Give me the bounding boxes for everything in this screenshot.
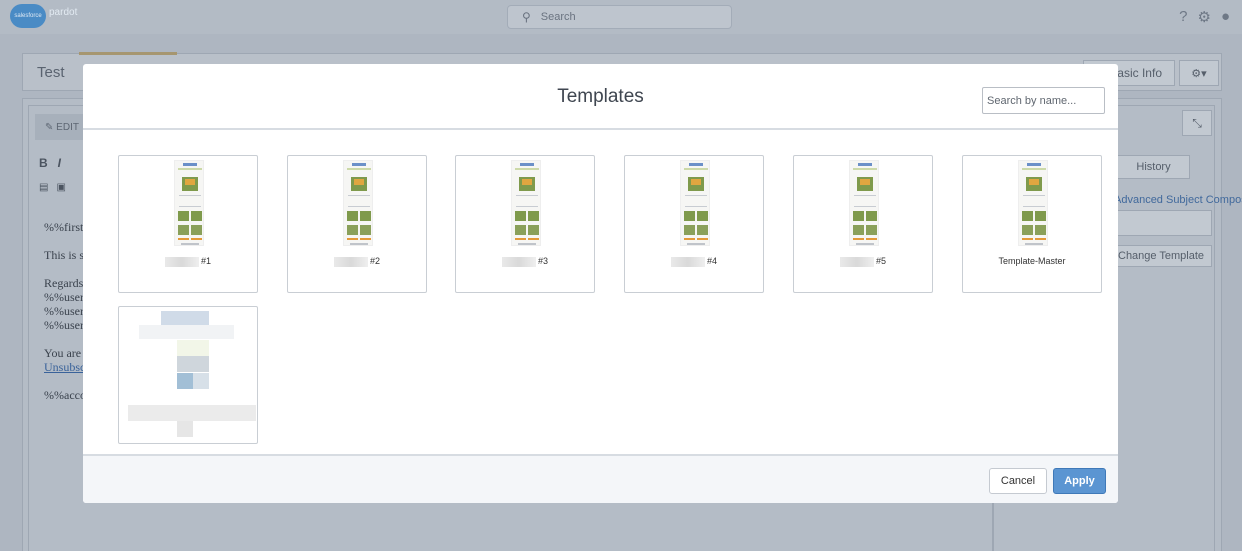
body-line: %%first (44, 220, 84, 234)
pardot-logo[interactable]: salesforce pardot (10, 4, 77, 28)
template-name: #4 (625, 256, 763, 267)
body-line: %%user (44, 304, 84, 318)
gear-icon[interactable]: ⚙ (1197, 8, 1210, 26)
template-thumbnail (849, 160, 879, 246)
template-card[interactable] (118, 306, 258, 444)
expand-icon[interactable]: ⤡ (1182, 110, 1212, 136)
top-navigation-bar: salesforce pardot ⚲ Search ? ⚙ ● (0, 0, 1242, 34)
subject-input[interactable] (1114, 210, 1212, 236)
redacted-text (670, 256, 705, 267)
blurred-thumbnail-block (177, 421, 193, 437)
format-toolbar: B I (39, 156, 61, 170)
unsubscribe-link[interactable]: Unsubsc (44, 360, 86, 374)
template-name: #2 (288, 256, 426, 267)
template-name: #1 (119, 256, 257, 267)
redacted-text (839, 256, 874, 267)
page-title: Test (37, 64, 65, 81)
header-accent-bar (79, 52, 177, 55)
template-card[interactable]: #3 (455, 155, 595, 293)
clipboard-toolbar: ▤ ▣ (39, 182, 66, 193)
template-thumbnail (1018, 160, 1048, 246)
template-thumbnail (343, 160, 373, 246)
help-icon[interactable]: ? (1179, 8, 1187, 26)
modal-header: Templates (83, 64, 1118, 130)
email-body-content[interactable]: %%first This is s Regards %%user %%user … (44, 220, 86, 402)
apply-button[interactable]: Apply (1053, 468, 1106, 494)
logo-text: pardot (49, 6, 78, 18)
change-template-button[interactable]: Change Template (1114, 245, 1212, 267)
template-thumbnail (511, 160, 541, 246)
template-name: #5 (794, 256, 932, 267)
template-thumbnail (680, 160, 710, 246)
paste-icon[interactable]: ▣ (56, 182, 65, 193)
template-card[interactable]: #2 (287, 155, 427, 293)
redacted-text (501, 256, 536, 267)
body-line: %%user (44, 318, 84, 332)
edit-tab-label: EDIT (56, 121, 79, 133)
template-card[interactable]: #4 (624, 155, 764, 293)
modal-title: Templates (557, 86, 644, 107)
template-search-input[interactable] (982, 87, 1105, 114)
body-line: %%acco (44, 388, 86, 402)
templates-modal: Templates #1 #2 #3 #4 #5 Template-Master (83, 64, 1118, 503)
redacted-text (333, 256, 368, 267)
body-line: This is s (44, 248, 85, 262)
blurred-thumbnail-block (177, 373, 193, 389)
body-line: Regards (44, 276, 84, 290)
global-search-input[interactable]: ⚲ Search (507, 5, 732, 29)
search-icon: ⚲ (522, 10, 531, 24)
settings-menu-button[interactable]: ⚙▾ (1179, 60, 1219, 86)
bold-button[interactable]: B (39, 156, 48, 170)
template-name: Template-Master (998, 256, 1066, 266)
template-card[interactable]: Template-Master (962, 155, 1102, 293)
body-line: You are (44, 346, 82, 360)
global-search-placeholder: Search (540, 11, 576, 23)
body-line: %%user (44, 290, 84, 304)
history-button[interactable]: History (1117, 155, 1190, 179)
redacted-text (164, 256, 199, 267)
blurred-thumbnail-block (193, 373, 209, 389)
subject-composer-link[interactable]: Advanced Subject Composer (1114, 194, 1242, 206)
salesforce-cloud-icon: salesforce (10, 4, 46, 28)
template-name: #3 (456, 256, 594, 267)
modal-footer: Cancel Apply (83, 454, 1118, 503)
pencil-icon: ✎ (45, 121, 57, 133)
blurred-thumbnail-block (177, 356, 209, 372)
cancel-button[interactable]: Cancel (989, 468, 1047, 494)
template-card[interactable]: #1 (118, 155, 258, 293)
user-icon[interactable]: ● (1221, 8, 1230, 26)
template-thumbnail (174, 160, 204, 246)
blurred-thumbnail-block (128, 405, 256, 421)
copy-icon[interactable]: ▤ (39, 182, 48, 193)
blurred-thumbnail-block (161, 311, 209, 325)
template-card[interactable]: #5 (793, 155, 933, 293)
blurred-thumbnail-block (177, 340, 209, 356)
blurred-thumbnail-block (139, 325, 234, 339)
italic-button[interactable]: I (58, 156, 61, 170)
top-icon-group: ? ⚙ ● (1179, 8, 1230, 26)
